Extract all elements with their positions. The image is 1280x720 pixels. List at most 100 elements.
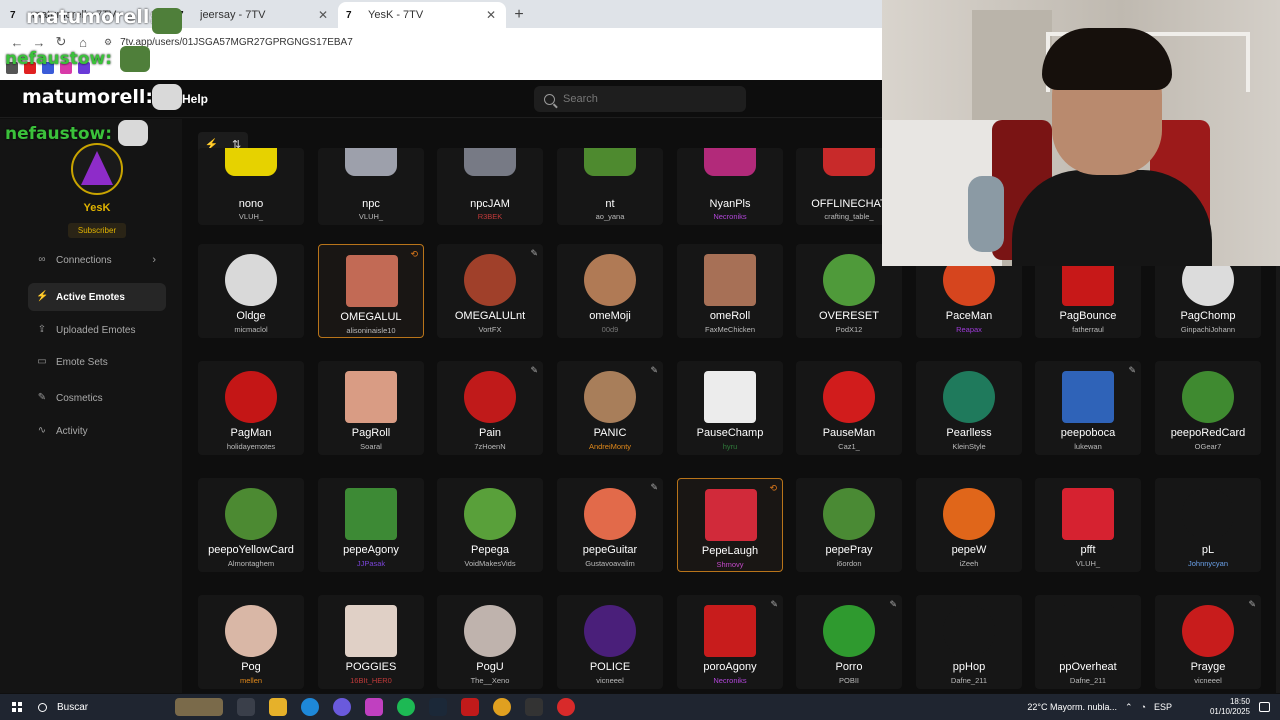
app-icon[interactable] (557, 698, 575, 716)
emote-card[interactable]: poroAgony Necroniks ✎ (677, 595, 783, 689)
spotify-icon[interactable] (397, 698, 415, 716)
emote-owner[interactable]: holidayemotes (198, 442, 304, 451)
task-view-icon[interactable] (237, 698, 255, 716)
emote-owner[interactable]: hyru (677, 442, 783, 451)
emote-card[interactable]: PagRoll Soaral (318, 361, 424, 455)
emote-owner[interactable]: iZeeh (916, 559, 1022, 568)
emote-card[interactable]: Pepega VoidMakesVids (437, 478, 543, 572)
notification-icon[interactable] (1259, 702, 1270, 712)
emote-owner[interactable]: POBII (796, 676, 902, 685)
emote-owner[interactable]: 16BIt_HER0 (318, 676, 424, 685)
emote-card[interactable]: pfft VLUH_ (1035, 478, 1141, 572)
site-info-icon[interactable]: ⚙ (104, 37, 112, 48)
emote-owner[interactable]: AndreiMonty (557, 442, 663, 451)
emote-card[interactable]: nono VLUH_ (198, 148, 304, 225)
emote-owner[interactable]: Dafne_211 (1035, 676, 1141, 685)
pencil-icon[interactable]: ✎ (1128, 365, 1136, 376)
taskbar-clock[interactable]: 18:50 01/10/2025 (1210, 697, 1250, 717)
app-icon[interactable] (461, 698, 479, 716)
sidebar-item-activity[interactable]: ∿ Activity (28, 417, 166, 445)
browser-tab[interactable]: 7 jeersay - 7TV ✕ (170, 2, 338, 28)
emote-card[interactable]: POGGIES 16BIt_HER0 (318, 595, 424, 689)
close-icon[interactable]: ✕ (316, 8, 330, 22)
address-bar[interactable]: ⚙ 7tv.app/users/01JSGA57MGR27GPRGNGS17EB… (100, 31, 800, 53)
emote-owner[interactable]: VLUH_ (318, 212, 424, 221)
windows-start-icon[interactable] (12, 702, 22, 712)
steam-icon[interactable] (429, 698, 447, 716)
weather-widget[interactable]: 22°C Mayorm. nubla... (1027, 702, 1117, 712)
emote-owner[interactable]: Dafne_211 (916, 676, 1022, 685)
pencil-icon[interactable]: ✎ (770, 599, 778, 610)
emote-card[interactable]: OMEGALUL alisoninaisle10 ⟲ (318, 244, 424, 338)
pencil-icon[interactable]: ✎ (650, 365, 658, 376)
edge-icon[interactable] (301, 698, 319, 716)
emote-card[interactable]: omeRoll FaxMeChicken (677, 244, 783, 338)
chrome-icon[interactable] (493, 698, 511, 716)
emote-card[interactable]: ppOverheat Dafne_211 (1035, 595, 1141, 689)
emote-card[interactable]: Oldge micmaclol (198, 244, 304, 338)
emote-card[interactable]: PepeLaugh Shmovy ⟲ (677, 478, 783, 572)
language-indicator[interactable]: ESP (1154, 702, 1172, 712)
sidebar-item-emote-sets[interactable]: ▭ Emote Sets (28, 348, 166, 376)
chevron-up-icon[interactable]: ⌃ (1125, 702, 1133, 713)
emote-owner[interactable]: lukewan (1035, 442, 1141, 451)
app-icon[interactable] (365, 698, 383, 716)
emote-card[interactable]: Prayge vicneeel ✎ (1155, 595, 1261, 689)
emote-card[interactable]: OMEGALULnt VortFX ✎ (437, 244, 543, 338)
emote-card[interactable]: peepoboca lukewan ✎ (1035, 361, 1141, 455)
emote-owner[interactable]: mellen (198, 676, 304, 685)
emote-owner[interactable]: VoidMakesVids (437, 559, 543, 568)
app-icon[interactable] (333, 698, 351, 716)
emote-owner[interactable]: 00d9 (557, 325, 663, 334)
emote-owner[interactable]: FaxMeChicken (677, 325, 783, 334)
emote-owner[interactable]: The__Xeno (437, 676, 543, 685)
pencil-icon[interactable]: ✎ (650, 482, 658, 493)
emote-owner[interactable]: OGear7 (1155, 442, 1261, 451)
taskbar-widget-icon[interactable] (175, 698, 223, 716)
emote-owner[interactable]: ao_yana (557, 212, 663, 221)
emote-owner[interactable]: 7zHoenN (437, 442, 543, 451)
emote-owner[interactable]: JJPasak (318, 559, 424, 568)
emote-card[interactable]: pepePray i6ordon (796, 478, 902, 572)
emote-owner[interactable]: R3BEK (437, 212, 543, 221)
emote-owner[interactable]: KleinStyle (916, 442, 1022, 451)
emote-card[interactable]: PagMan holidayemotes (198, 361, 304, 455)
pencil-icon[interactable]: ✎ (530, 365, 538, 376)
emote-card[interactable]: Porro POBII ✎ (796, 595, 902, 689)
emote-card[interactable]: npc VLUH_ (318, 148, 424, 225)
sidebar-item-uploaded-emotes[interactable]: ⇪ Uploaded Emotes (28, 316, 166, 344)
emote-card[interactable]: pL Johnnycyan (1155, 478, 1261, 572)
emote-card[interactable]: PogU The__Xeno (437, 595, 543, 689)
emote-card[interactable]: pepeW iZeeh (916, 478, 1022, 572)
emote-card[interactable]: Pearlless KleinStyle (916, 361, 1022, 455)
emote-owner[interactable]: VLUH_ (1035, 559, 1141, 568)
emote-card[interactable]: Pain 7zHoenN ✎ (437, 361, 543, 455)
emote-owner[interactable]: Necroniks (677, 676, 783, 685)
emote-card[interactable]: PANIC AndreiMonty ✎ (557, 361, 663, 455)
emote-owner[interactable]: i6ordon (796, 559, 902, 568)
emote-owner[interactable]: Necroniks (677, 212, 783, 221)
emote-card[interactable]: Pog mellen (198, 595, 304, 689)
emote-card[interactable]: npcJAM R3BEK (437, 148, 543, 225)
emote-owner[interactable]: GinpachiJohann (1155, 325, 1261, 334)
sidebar-item-connections[interactable]: ∞ Connections › (28, 246, 166, 274)
emote-owner[interactable]: Shmovy (678, 560, 782, 569)
emote-owner[interactable]: Gustavoavalim (557, 559, 663, 568)
emote-owner[interactable]: Almontaghem (198, 559, 304, 568)
pencil-icon[interactable]: ✎ (1248, 599, 1256, 610)
emote-owner[interactable]: VortFX (437, 325, 543, 334)
wifi-icon[interactable]: ◔ (1141, 702, 1146, 712)
emote-owner[interactable]: vicneeel (1155, 676, 1261, 685)
browser-tab-active[interactable]: 7 YesK - 7TV ✕ (338, 2, 506, 28)
epic-games-icon[interactable] (525, 698, 543, 716)
emote-owner[interactable]: Caz1_ (796, 442, 902, 451)
emote-owner[interactable]: PodX12 (796, 325, 902, 334)
emote-owner[interactable]: alisoninaisle10 (319, 326, 423, 335)
close-icon[interactable]: ✕ (484, 8, 498, 22)
emote-card[interactable]: peepoYellowCard Almontaghem (198, 478, 304, 572)
emote-card[interactable]: pepeAgony JJPasak (318, 478, 424, 572)
sidebar-item-active-emotes[interactable]: ⚡ Active Emotes (28, 283, 166, 311)
emote-owner[interactable]: fatherraul (1035, 325, 1141, 334)
emote-card[interactable]: peepoRedCard OGear7 (1155, 361, 1261, 455)
pencil-icon[interactable]: ✎ (530, 248, 538, 259)
